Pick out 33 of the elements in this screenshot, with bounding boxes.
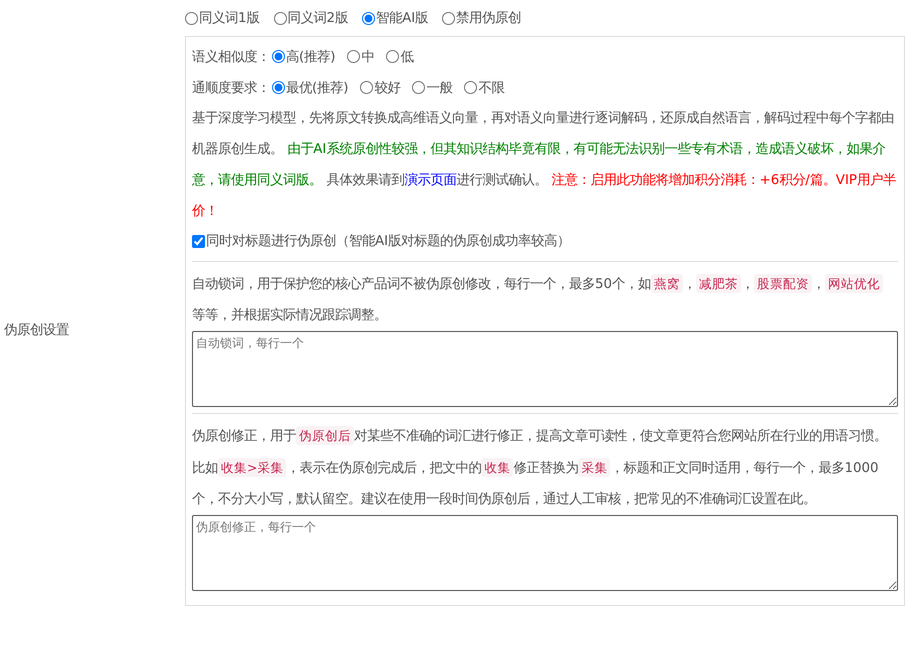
radio-button[interactable]: [347, 50, 360, 63]
radio-button[interactable]: [386, 50, 400, 63]
help-text: 自动锁词，用于保护您的核心产品词不被伪原创修改，每行一个，最多50个，如 燕窝 ， 减肥茶 ， 股票配资 ， 网站优化 等等，并根据实际情况跟踪调整。: [192, 268, 898, 331]
help-text: 伪原创修正，用于 伪原创后 对某些不准确的词汇进行修正，提高文章可读性，使文章更符合您网站所在行业的用语习惯。比如 收集>采集 ，表示在伪原创完成后，把文中的 收集 修正替换为 采集 ，标题和正文同时适用，每行一个，最多1000个，不分大小写，默认留空。建议在使用一段时间伪原创后，通过人工审核，把常见的不准确词汇设置在此。: [192, 425, 888, 509]
checkbox-label[interactable]: 同时对标题进行伪原创（智能AI版对标题的伪原创成功率较高）: [206, 232, 570, 250]
radio-button[interactable]: [272, 50, 285, 63]
option-label[interactable]: 中: [361, 48, 374, 66]
radio-button[interactable]: [362, 12, 376, 24]
option-label[interactable]: 禁用伪原创: [456, 9, 522, 27]
text-area[interactable]: 自动锁词，每行一个: [192, 331, 898, 407]
radio-button[interactable]: [464, 81, 478, 94]
option-label[interactable]: 最优(推荐): [286, 78, 348, 96]
checkbox[interactable]: [192, 234, 205, 248]
radio-button[interactable]: [442, 12, 456, 24]
option-group-label: 通顺度要求：: [192, 80, 270, 96]
radio-button[interactable]: [360, 81, 374, 94]
option-label[interactable]: 不限: [478, 78, 504, 96]
option-label[interactable]: 智能AI版: [376, 9, 428, 27]
section-label: 伪原创设置: [3, 322, 70, 339]
option-group-label: 语义相似度：: [192, 48, 270, 66]
option-label[interactable]: 高(推荐): [286, 48, 336, 66]
description-text: 基于深度学习模型，先将原文转换成高维语义向量，再对语义向量进行逐词解码，还原成自然语言，解码过程中每个字都由机器原创生成。 由于AI系统原创性较强，但其知识结构毕竟有限，有可能无法识别一些专有术语，造成语义破坏，如果介意，请使用同义词版。 具体效果请到演示页面进行测试确认。 注意：启用此功能将增加积分消耗：+6积分/篇。VIP用户半价！: [192, 110, 897, 221]
radio-button[interactable]: [412, 81, 426, 94]
text-area[interactable]: 伪原创修正，每行一个: [192, 515, 898, 591]
radio-button[interactable]: [274, 12, 287, 24]
option-label[interactable]: 低: [400, 48, 414, 66]
radio-button[interactable]: [272, 81, 285, 94]
option-label[interactable]: 一般: [426, 78, 452, 96]
option-label[interactable]: 较好: [374, 78, 400, 96]
option-label[interactable]: 同义词2版: [288, 9, 348, 27]
option-label[interactable]: 同义词1版: [199, 9, 260, 27]
demo-link[interactable]: 演示页面: [404, 173, 456, 188]
radio-button[interactable]: [185, 12, 198, 24]
